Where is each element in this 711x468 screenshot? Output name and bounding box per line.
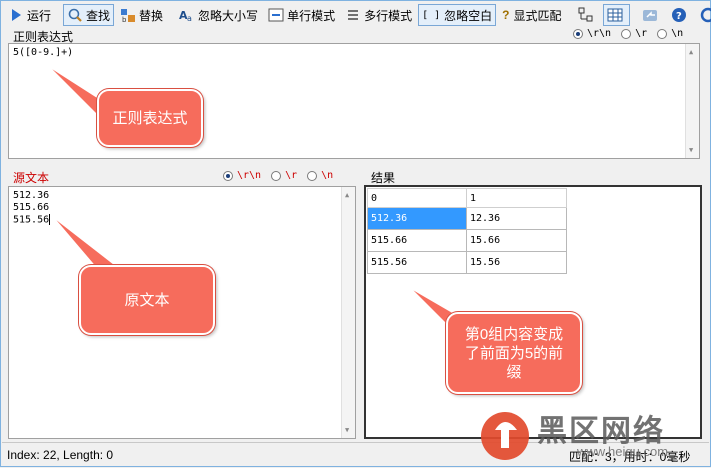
watermark: 黑区网络 www.heiqu.com (481, 406, 709, 464)
watermark-url: www.heiqu.com (577, 444, 669, 459)
status-index-length: Index: 22, Length: 0 (7, 448, 114, 462)
callout-result-line: 第0组内容变成 (464, 325, 564, 343)
app-window: 运行 查找 b 替换 Aa 忽略大小写 单行模式 多行模式 [] 忽略空白 ?… (0, 0, 711, 467)
callout-regex: 正则表达式 (97, 89, 203, 147)
callout-result-line: 缀 (506, 363, 522, 381)
callout-result-line: 了前面为5的前 (464, 344, 564, 362)
callout-source: 原文本 (79, 265, 215, 335)
callout-pointers (46, 64, 473, 337)
callout-result: 第0组内容变成 了前面为5的前 缀 (446, 312, 582, 394)
